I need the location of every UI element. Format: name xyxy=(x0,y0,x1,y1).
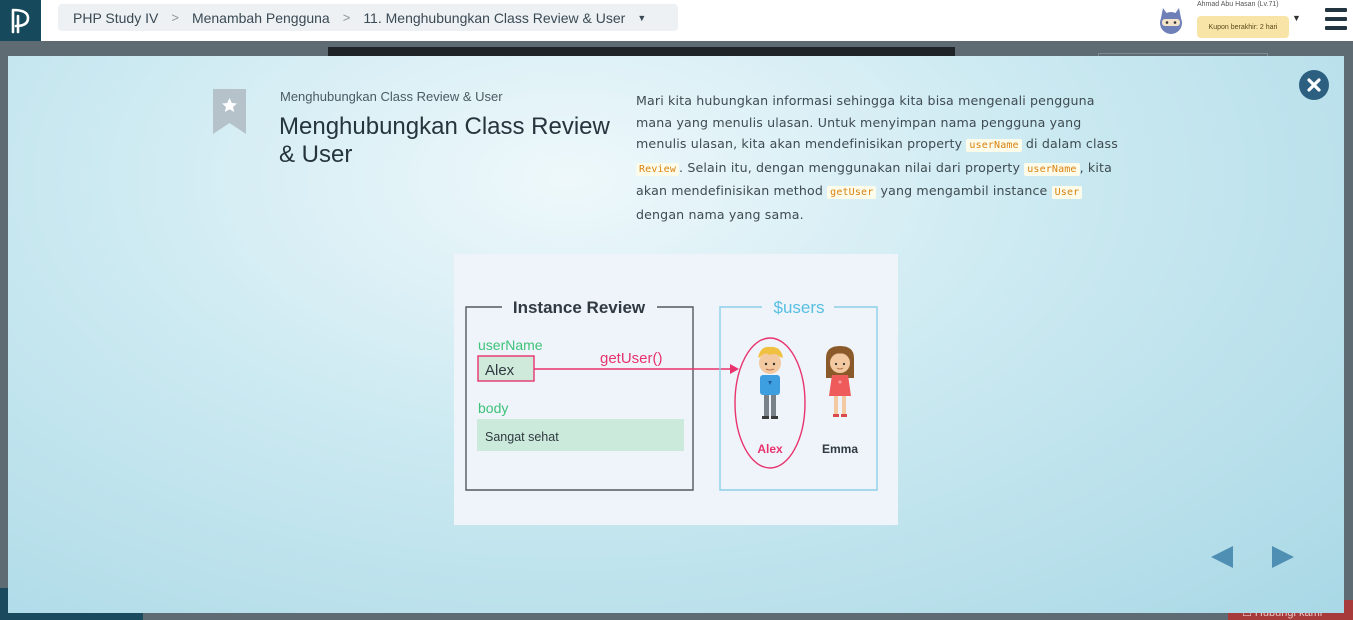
arrow-getuser-label: getUser() xyxy=(600,350,663,367)
hamburger-menu-icon[interactable] xyxy=(1325,8,1347,30)
user-name: Ahmad Abu Hasan (Lv.71) xyxy=(1197,1,1279,8)
arrow-right-icon[interactable] xyxy=(1272,546,1294,568)
breadcrumb-item-lesson[interactable]: 11. Menghubungkan Class Review & User xyxy=(363,10,625,26)
field-username-label: userName xyxy=(478,337,543,353)
instance-review-diagram: Instance Review userName Alex getUser() … xyxy=(454,254,898,525)
slide-subtitle: Menghubungkan Class Review & User xyxy=(280,89,503,104)
field-body-value: Sangat sehat xyxy=(485,430,559,444)
field-body-label: body xyxy=(478,400,508,416)
slide-modal: Menghubungkan Class Review & User Menghu… xyxy=(8,56,1344,613)
breadcrumb[interactable]: PHP Study IV > Menambah Pengguna > 11. M… xyxy=(58,4,678,31)
slide-description: Mari kita hubungkan informasi sehingga k… xyxy=(636,90,1126,225)
progate-logo-icon[interactable] xyxy=(0,0,41,41)
chevron-right-icon: > xyxy=(342,10,351,25)
description-text: . Selain itu, dengan menggunakan nilai d… xyxy=(679,159,1025,175)
code-inline: userName xyxy=(966,139,1022,152)
breadcrumb-item-course[interactable]: PHP Study IV xyxy=(73,10,158,26)
code-inline: getUser xyxy=(827,186,877,199)
code-inline: User xyxy=(1051,186,1083,199)
code-inline: Review xyxy=(636,162,680,176)
breadcrumb-item-chapter[interactable]: Menambah Pengguna xyxy=(192,10,330,26)
user-emma-label: Emma xyxy=(822,442,858,456)
user-alex-label: Alex xyxy=(757,442,783,456)
left-box-title: Instance Review xyxy=(513,298,646,317)
chevron-down-icon[interactable]: ▼ xyxy=(1292,13,1301,23)
chevron-down-icon[interactable]: ▼ xyxy=(637,13,646,23)
arrow-left-icon[interactable] xyxy=(1211,546,1233,568)
coupon-badge: Kupon berakhir: 2 hari xyxy=(1197,16,1289,38)
close-icon[interactable] xyxy=(1299,70,1329,100)
description-text: yang mengambil instance xyxy=(876,183,1052,198)
slide-title: Menghubungkan Class Review & User xyxy=(279,113,610,168)
right-box-title: $users xyxy=(773,298,824,317)
description-text: dengan nama yang sama. xyxy=(636,206,804,222)
code-inline: userName xyxy=(1024,162,1080,176)
top-bar: PHP Study IV > Menambah Pengguna > 11. M… xyxy=(0,0,1353,41)
chevron-right-icon: > xyxy=(171,10,179,25)
avatar[interactable] xyxy=(1156,6,1186,36)
field-username-value: Alex xyxy=(485,362,515,379)
description-text: di dalam class xyxy=(1021,136,1118,151)
bookmark-star-icon xyxy=(213,89,246,134)
